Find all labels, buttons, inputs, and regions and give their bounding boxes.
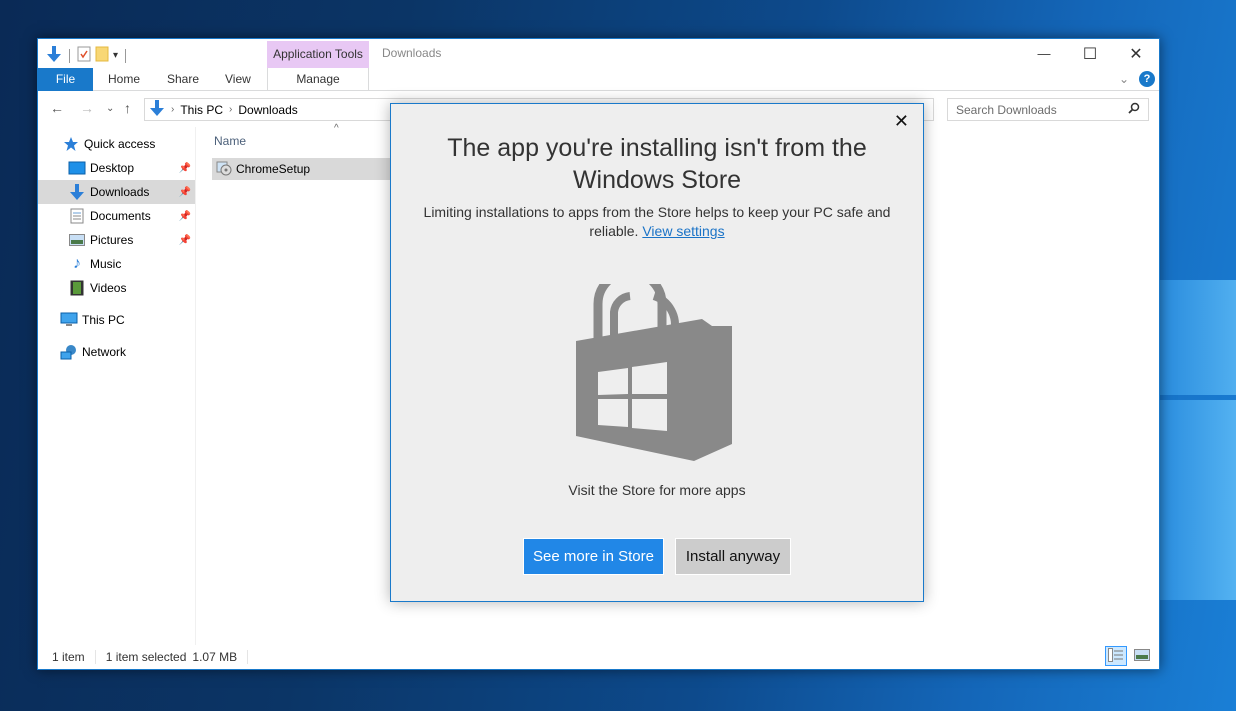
breadcrumb-downloads[interactable]: Downloads (238, 103, 297, 117)
installer-icon (216, 160, 232, 179)
tab-home[interactable]: Home (108, 68, 140, 91)
sidebar-item-label: Quick access (84, 137, 156, 151)
large-icons-view-icon (1134, 648, 1150, 664)
music-icon: ♪ (73, 255, 81, 272)
forward-button[interactable]: → (80, 100, 94, 116)
dialog-close-button[interactable]: ✕ (894, 111, 909, 132)
sidebar-item-label: Videos (90, 281, 127, 295)
tab-manage[interactable]: Manage (267, 68, 369, 91)
install-anyway-button[interactable]: Install anyway (675, 538, 791, 575)
help-icon[interactable]: ? (1139, 71, 1155, 87)
pin-icon[interactable]: 📌 (179, 235, 191, 246)
sidebar-item-label: Desktop (90, 161, 135, 175)
pin-icon[interactable]: 📌 (179, 163, 191, 174)
sidebar-item-desktop[interactable]: Desktop 📌 (38, 156, 195, 180)
star-icon (62, 135, 80, 153)
up-button[interactable]: ↑ (124, 100, 131, 116)
breadcrumb-separator: › (229, 104, 233, 115)
new-folder-icon[interactable] (95, 46, 109, 65)
tab-share[interactable]: Share (167, 68, 199, 91)
details-view-button[interactable] (1105, 646, 1127, 666)
separator (69, 48, 70, 63)
application-tools-context-tab: Application Tools (267, 41, 369, 68)
selection-info: 1 item selected (105, 650, 187, 664)
dialog-title: The app you're installing isn't from the… (447, 134, 867, 194)
sidebar-item-label: This PC (82, 313, 125, 327)
search-input[interactable]: Search Downloads (947, 98, 1149, 121)
network-icon (60, 343, 78, 361)
search-placeholder: Search Downloads (956, 102, 1057, 117)
expand-ribbon-icon[interactable]: ⌄ (1119, 72, 1129, 86)
download-icon[interactable] (46, 45, 62, 66)
navigation-pane: Quick access Desktop 📌 Downloads 📌 Docum… (38, 127, 196, 645)
breadcrumb-this-pc[interactable]: This PC (180, 103, 223, 117)
sidebar-item-label: Downloads (90, 185, 150, 199)
videos-icon (68, 279, 86, 297)
tab-file[interactable]: File (38, 68, 93, 91)
sort-ascending-icon: ^ (334, 123, 339, 134)
sidebar-item-label: Network (82, 345, 127, 359)
download-icon (68, 183, 86, 201)
back-button[interactable]: ← (50, 100, 64, 116)
pictures-icon (68, 231, 86, 249)
pin-icon[interactable]: 📌 (179, 211, 191, 222)
pin-icon[interactable]: 📌 (179, 187, 191, 198)
see-more-in-store-button[interactable]: See more in Store (523, 538, 664, 575)
search-icon (1128, 102, 1140, 117)
sidebar-item-documents[interactable]: Documents 📌 (38, 204, 195, 228)
sidebar-item-downloads[interactable]: Downloads 📌 (38, 180, 195, 204)
details-view-icon (1108, 647, 1124, 665)
close-button[interactable]: ✕ (1113, 39, 1159, 68)
desktop-icon (68, 159, 86, 177)
separator (94, 650, 96, 664)
ribbon-tabs: File Home Share View Manage ⌄ ? (38, 68, 1159, 91)
computer-icon (60, 311, 78, 329)
visit-store-text: Visit the Store for more apps (568, 482, 746, 498)
smartscreen-install-dialog: ✕ The app you're installing isn't from t… (390, 103, 924, 602)
minimize-button[interactable]: — (1021, 39, 1067, 68)
item-count: 1 item (52, 650, 85, 664)
documents-icon (68, 207, 86, 225)
sidebar-item-this-pc[interactable]: This PC (38, 308, 195, 332)
sidebar-item-videos[interactable]: Videos (38, 276, 195, 300)
tab-view[interactable]: View (225, 68, 251, 91)
quick-access-toolbar: ▾ (46, 45, 129, 66)
properties-icon[interactable] (77, 46, 91, 65)
column-header-name[interactable]: Name (214, 134, 246, 148)
sidebar-item-quick-access[interactable]: Quick access (38, 132, 195, 156)
separator (125, 48, 127, 63)
selection-size: 1.07 MB (192, 650, 238, 664)
dialog-description: Limiting installations to apps from the … (421, 203, 893, 241)
separator (247, 650, 249, 664)
sidebar-item-label: Documents (90, 209, 151, 223)
recent-locations-button[interactable]: ⌄ (106, 103, 114, 114)
breadcrumb-separator: › (171, 104, 175, 115)
windows-store-icon (576, 284, 732, 461)
file-name: ChromeSetup (236, 162, 311, 176)
maximize-button[interactable]: ☐ (1067, 39, 1113, 68)
customize-qat-icon[interactable]: ▾ (113, 50, 118, 61)
sidebar-item-label: Music (90, 257, 122, 271)
sidebar-item-music[interactable]: ♪ Music (38, 252, 195, 276)
title-bar: ▾ Application Tools Downloads — ☐ ✕ (38, 39, 1159, 68)
window-title: Downloads (382, 46, 442, 60)
sidebar-item-pictures[interactable]: Pictures 📌 (38, 228, 195, 252)
downloads-location-icon (149, 99, 165, 120)
sidebar-item-network[interactable]: Network (38, 340, 195, 364)
large-icons-view-button[interactable] (1131, 646, 1153, 666)
view-settings-link[interactable]: View settings (642, 223, 724, 239)
status-bar: 1 item 1 item selected 1.07 MB (38, 645, 1159, 669)
sidebar-item-label: Pictures (90, 233, 134, 247)
